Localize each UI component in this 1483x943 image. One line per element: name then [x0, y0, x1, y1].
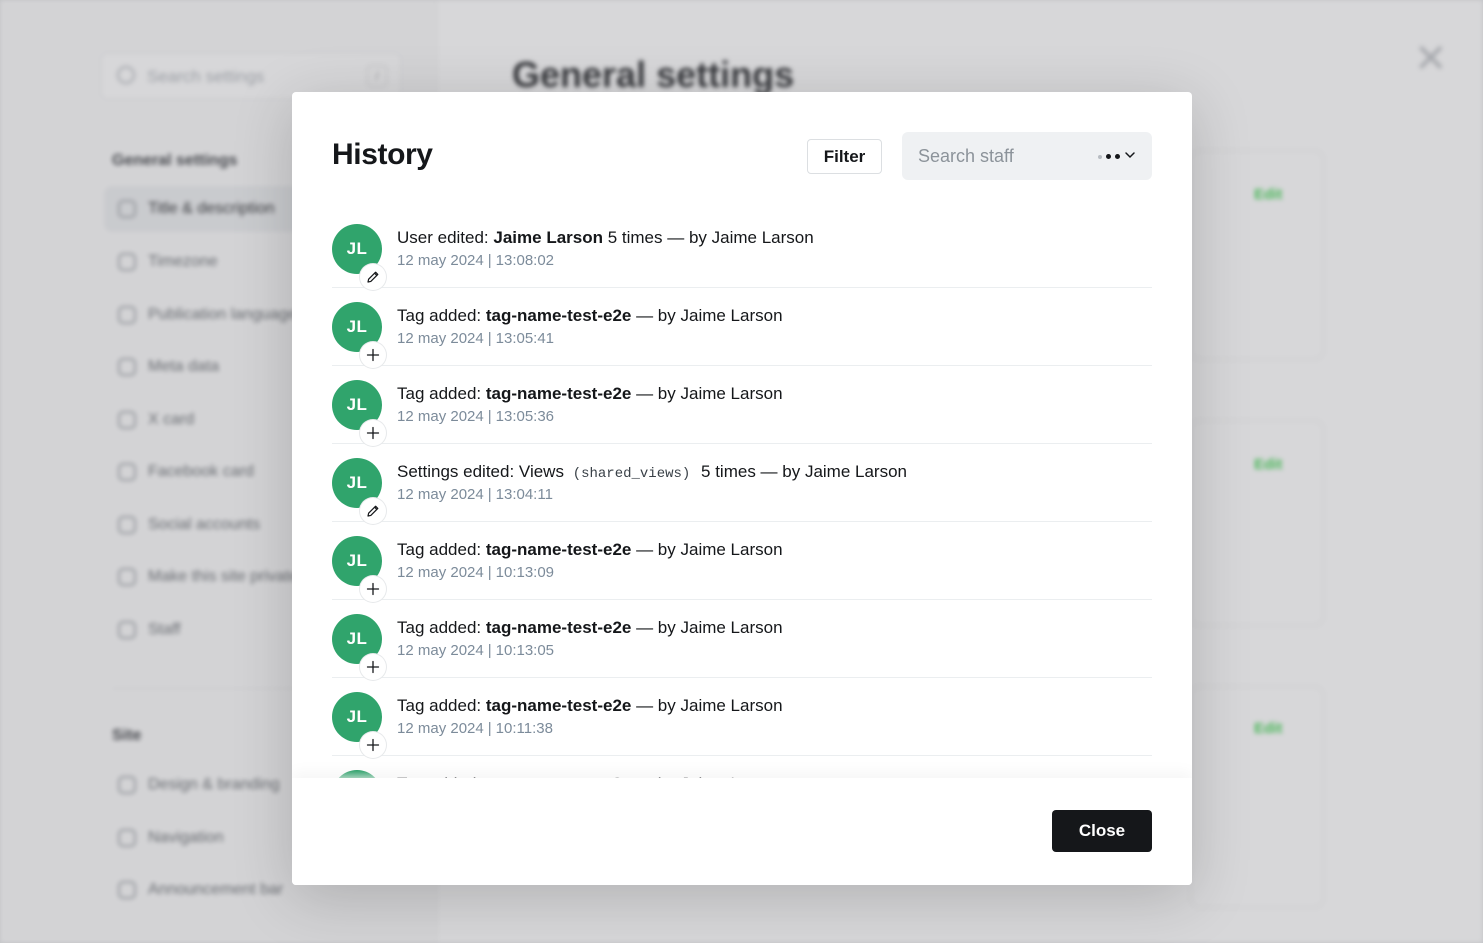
- history-date: 12 may 2024: [397, 486, 484, 503]
- history-date: 12 may 2024: [397, 252, 484, 269]
- history-description: Tag added: tag-name-test-e2e — by Jaime …: [397, 540, 783, 560]
- loading-icon: [1098, 154, 1120, 159]
- action-suffix: — by Jaime Larson: [631, 384, 783, 403]
- setting-key: (shared_views): [572, 466, 691, 482]
- avatar-initials: JL: [346, 551, 368, 570]
- action-subject: tag-name-test-e2e: [485, 306, 632, 325]
- timestamp-separator: |: [487, 252, 492, 269]
- plus-icon: [360, 732, 386, 758]
- avatar-initials: JL: [346, 239, 368, 258]
- history-list[interactable]: JL User edited: Jaime Larson 5 times — by…: [332, 210, 1152, 780]
- action-suffix: — by Jaime Larson: [631, 540, 783, 559]
- avatar-initials: JL: [346, 629, 368, 648]
- action-subject: tag-name-test-e2e: [485, 540, 632, 559]
- history-date: 12 may 2024: [397, 642, 484, 659]
- close-button[interactable]: Close: [1052, 810, 1152, 852]
- history-date: 12 may 2024: [397, 720, 484, 737]
- history-time: 13:05:41: [495, 330, 555, 347]
- history-description: Tag added: tag-name-test-e2e — by Jaime …: [397, 618, 783, 638]
- pencil-icon: [360, 498, 386, 524]
- history-description: Tag added: tag-name-test-e2e — by Jaime …: [397, 696, 783, 716]
- avatar: JL: [332, 224, 386, 290]
- action-text: Tag added:: [397, 306, 486, 325]
- history-timestamp: 12 may 2024 | 13:04:11: [397, 486, 553, 503]
- history-row: JL User edited: Jaime Larson 5 times — by…: [332, 210, 1152, 290]
- timestamp-separator: |: [487, 330, 492, 347]
- plus-icon: [360, 654, 386, 680]
- action-suffix: — by Jaime Larson: [631, 696, 783, 715]
- pencil-icon: [360, 264, 386, 290]
- action-subject: tag-name-test-e2e: [485, 618, 632, 637]
- staff-search[interactable]: [902, 132, 1152, 180]
- history-date: 12 may 2024: [397, 408, 484, 425]
- chevron-down-icon[interactable]: [1124, 149, 1136, 161]
- history-description: Tag added: tag-name-test-e2e — by Jaime …: [397, 384, 783, 404]
- action-subject: Jaime Larson: [493, 228, 603, 247]
- filter-button[interactable]: Filter: [807, 139, 882, 174]
- avatar: JL: [332, 302, 386, 368]
- action-text: Tag added:: [397, 540, 486, 559]
- history-row: JL Tag added: tag-name-test-e2e — by Jaim…: [332, 288, 1152, 368]
- history-description: Tag added: tag-name-test-e2e — by Jaime …: [397, 306, 783, 326]
- avatar: JL: [332, 692, 386, 758]
- avatar: JL: [332, 458, 386, 524]
- action-text: Tag added:: [397, 384, 486, 403]
- timestamp-separator: |: [487, 720, 492, 737]
- history-time: 13:04:11: [495, 486, 553, 503]
- plus-icon: [360, 342, 386, 368]
- history-timestamp: 12 may 2024 | 10:13:09: [397, 564, 554, 581]
- history-row: JL Tag added: tag-name-test-e2e — by Jaim…: [332, 678, 1152, 758]
- avatar-initials: JL: [346, 473, 368, 492]
- avatar-initials: JL: [346, 317, 368, 336]
- action-subject: tag-name-test-e2e: [485, 696, 632, 715]
- avatar-initials: JL: [346, 707, 368, 726]
- modal-title: History: [332, 138, 433, 171]
- avatar: JL: [332, 614, 386, 680]
- history-date: 12 may 2024: [397, 564, 484, 581]
- history-description: Settings edited: Views (shared_views) 5 …: [397, 462, 907, 482]
- modal-footer: Close: [292, 778, 1192, 885]
- avatar: JL: [332, 536, 386, 602]
- action-subject: tag-name-test-e2e: [485, 384, 632, 403]
- action-text: Tag added:: [397, 696, 486, 715]
- avatar: JL: [332, 380, 386, 446]
- history-row: JL Tag added: tag-name-test-e2e — by Jaim…: [332, 600, 1152, 680]
- history-time: 10:13:09: [495, 564, 555, 581]
- plus-icon: [360, 420, 386, 446]
- action-suffix: — by Jaime Larson: [631, 618, 783, 637]
- history-timestamp: 12 may 2024 | 13:08:02: [397, 252, 554, 269]
- history-row: JL Settings edited: Views (shared_views) …: [332, 444, 1152, 524]
- staff-search-input[interactable]: [902, 132, 1092, 180]
- history-timestamp: 12 may 2024 | 13:05:41: [397, 330, 554, 347]
- history-row: JL Tag added: tag-name-test-e2e — by Jaim…: [332, 366, 1152, 446]
- history-modal: History Filter JL User edited: Jaime Lars…: [292, 92, 1192, 885]
- timestamp-separator: |: [487, 408, 492, 425]
- history-timestamp: 12 may 2024 | 10:13:05: [397, 642, 554, 659]
- plus-icon: [360, 576, 386, 602]
- timestamp-separator: |: [487, 564, 492, 581]
- history-date: 12 may 2024: [397, 330, 484, 347]
- action-text: Settings edited: Views: [397, 462, 569, 481]
- action-suffix: 5 times — by Jaime Larson: [603, 228, 814, 247]
- history-time: 13:05:36: [495, 408, 555, 425]
- action-text: User edited:: [397, 228, 494, 247]
- timestamp-separator: |: [487, 642, 492, 659]
- avatar-initials: JL: [346, 395, 368, 414]
- history-row: JL Tag added: tag-name-test-e2e — by Jaim…: [332, 522, 1152, 602]
- history-description: User edited: Jaime Larson 5 times — by J…: [397, 228, 814, 248]
- history-time: 10:11:38: [495, 720, 553, 737]
- history-timestamp: 12 may 2024 | 13:05:36: [397, 408, 554, 425]
- action-suffix: 5 times — by Jaime Larson: [696, 462, 908, 481]
- history-timestamp: 12 may 2024 | 10:11:38: [397, 720, 553, 737]
- action-suffix: — by Jaime Larson: [631, 306, 783, 325]
- history-time: 13:08:02: [495, 252, 555, 269]
- timestamp-separator: |: [487, 486, 492, 503]
- history-time: 10:13:05: [495, 642, 555, 659]
- action-text: Tag added:: [397, 618, 486, 637]
